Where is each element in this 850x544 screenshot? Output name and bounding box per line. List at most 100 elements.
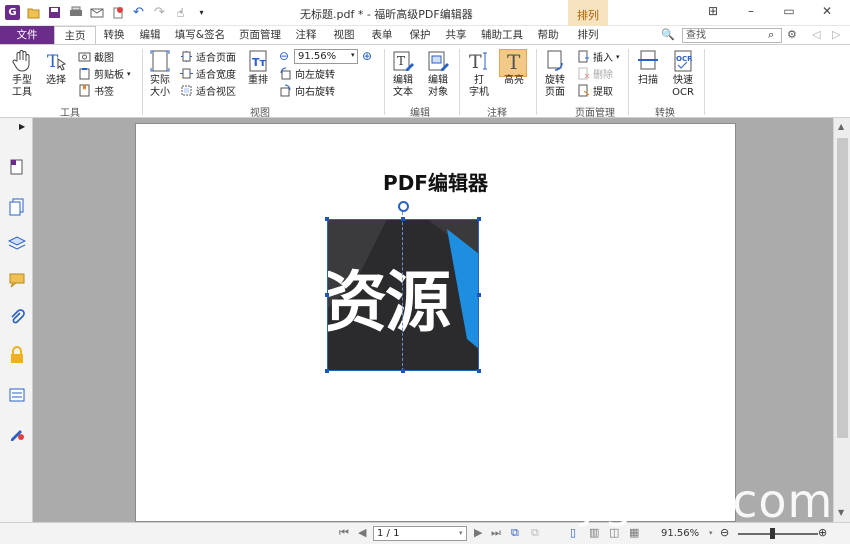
typewriter-icon: T xyxy=(469,51,487,73)
previous-page-icon[interactable]: ◀ xyxy=(358,526,366,539)
select-button[interactable]: T 选择 xyxy=(42,49,70,87)
page-number-field[interactable]: 1 / 1 xyxy=(373,526,467,541)
bookmark-button[interactable]: 书签 xyxy=(78,83,114,98)
page-heading[interactable]: PDF编辑器 xyxy=(136,167,735,196)
edit-text-button[interactable]: T 编辑 文本 xyxy=(388,49,418,99)
zoom-menu-dropdown-icon[interactable]: ▾ xyxy=(709,529,713,537)
layers-icon[interactable] xyxy=(8,234,26,252)
back-arrow-icon[interactable]: ◁ xyxy=(812,28,820,41)
tab-view[interactable]: 视图 xyxy=(328,26,360,44)
expand-panel-icon[interactable]: ▶ xyxy=(19,122,25,131)
tab-home[interactable]: 主页 xyxy=(54,26,96,44)
hand-tool-icon[interactable]: ☝ xyxy=(173,5,188,20)
scroll-thumb[interactable] xyxy=(837,138,848,438)
fit-page-button[interactable]: 适合页面 xyxy=(180,49,236,64)
tab-arrange[interactable]: 排列 xyxy=(570,26,606,44)
resize-handle-b[interactable] xyxy=(401,369,405,373)
rotate-handle[interactable] xyxy=(398,201,409,212)
edit-object-button[interactable]: 编辑 对象 xyxy=(422,49,454,99)
tab-convert[interactable]: 转换 xyxy=(98,26,130,44)
zoom-out-icon[interactable]: ⊖ xyxy=(279,49,289,63)
pdf-page[interactable]: PDF编辑器 资源 xyxy=(135,123,736,522)
vertical-scrollbar[interactable]: ▲ ▼ xyxy=(833,118,850,522)
quick-ocr-button[interactable]: OCR 快速 OCR xyxy=(667,49,699,99)
ribbon-layout-icon[interactable]: ⊞ xyxy=(704,4,722,18)
minimize-icon[interactable]: – xyxy=(742,4,760,18)
document-viewport[interactable]: PDF编辑器 资源 xyxy=(33,118,833,522)
previous-view-icon[interactable]: ⧉ xyxy=(511,526,519,540)
group-label-page-management: 页面管理 xyxy=(575,108,615,119)
tab-form[interactable]: 表单 xyxy=(366,26,398,44)
stamp-icon[interactable] xyxy=(110,5,125,20)
search-icon[interactable]: ⌕ xyxy=(768,28,774,42)
attachment-icon[interactable] xyxy=(8,308,26,326)
resize-handle-tl[interactable] xyxy=(325,217,329,221)
comments-icon[interactable] xyxy=(8,271,26,289)
resize-handle-r[interactable] xyxy=(477,293,481,297)
tab-file[interactable]: 文件 xyxy=(0,26,54,44)
typewriter-button[interactable]: T 打 字机 xyxy=(465,49,493,99)
extract-page-button[interactable]: 提取 xyxy=(577,83,613,98)
resize-handle-l[interactable] xyxy=(325,293,329,297)
pages-thumbnail-icon[interactable] xyxy=(8,158,26,176)
tab-share[interactable]: 共享 xyxy=(440,26,472,44)
rotate-page-button[interactable]: 旋转 页面 xyxy=(540,49,570,99)
search-input[interactable]: 查找 xyxy=(682,28,782,43)
zoom-slider-track[interactable] xyxy=(738,533,818,535)
scan-button[interactable]: 扫描 xyxy=(634,49,662,87)
highlight-label: 高亮 xyxy=(504,75,524,86)
close-icon[interactable]: ✕ xyxy=(818,4,836,18)
rotate-left-button[interactable]: 向左旋转 xyxy=(279,66,335,81)
hand-tool-button[interactable]: 手型 工具 xyxy=(6,49,38,99)
resize-handle-bl[interactable] xyxy=(325,369,329,373)
rotate-right-button[interactable]: 向右旋转 xyxy=(279,83,335,98)
delete-page-button[interactable]: 删除 xyxy=(577,66,613,81)
print-icon[interactable] xyxy=(68,5,83,20)
highlight-button[interactable]: T 高亮 xyxy=(499,49,529,87)
settings-gear-icon[interactable]: ⚙ xyxy=(787,28,797,41)
form-fields-icon[interactable] xyxy=(8,386,26,404)
email-icon[interactable] xyxy=(89,5,104,20)
tab-fill-sign[interactable]: 填写&签名 xyxy=(170,26,230,44)
selection-box[interactable] xyxy=(327,219,479,371)
lock-icon[interactable] xyxy=(8,346,26,364)
tab-accessibility[interactable]: 辅助工具 xyxy=(478,26,526,44)
next-view-icon[interactable]: ⧉ xyxy=(531,526,539,540)
page-dropdown-icon[interactable]: ▾ xyxy=(459,529,463,537)
fit-visible-button[interactable]: 适合视区 xyxy=(180,83,236,98)
forward-arrow-icon[interactable]: ▷ xyxy=(832,28,840,41)
resize-handle-br[interactable] xyxy=(477,369,481,373)
tab-comment[interactable]: 注释 xyxy=(290,26,322,44)
open-folder-icon[interactable] xyxy=(26,5,41,20)
reflow-button[interactable]: Tт 重排 xyxy=(244,49,272,87)
actual-size-button[interactable]: 实际 大小 xyxy=(146,49,174,99)
insert-page-button[interactable]: 插入 ▾ xyxy=(577,49,620,64)
screenshot-button[interactable]: 截图 xyxy=(78,49,114,64)
tab-page-management[interactable]: 页面管理 xyxy=(234,26,286,44)
clipboard-button[interactable]: 剪贴板 ▾ xyxy=(78,66,131,81)
scroll-up-icon[interactable]: ▲ xyxy=(838,122,844,131)
tab-help[interactable]: 帮助 xyxy=(532,26,564,44)
layers-pages-icon[interactable] xyxy=(8,198,26,216)
fit-width-button[interactable]: 适合宽度 xyxy=(180,66,236,81)
zoom-in-icon[interactable]: ⊕ xyxy=(362,49,372,63)
resize-handle-t[interactable] xyxy=(401,217,405,221)
resize-handle-tr[interactable] xyxy=(477,217,481,221)
redo-icon[interactable]: ↷ xyxy=(152,5,167,20)
tab-protect[interactable]: 保护 xyxy=(404,26,436,44)
undo-icon[interactable]: ↶ xyxy=(131,5,146,20)
group-label-view: 视图 xyxy=(250,108,270,119)
search-settings-icon[interactable]: 🔍 xyxy=(661,28,675,41)
first-page-icon[interactable]: ⏮ xyxy=(339,526,349,540)
tab-edit[interactable]: 编辑 xyxy=(134,26,166,44)
customize-dropdown-icon[interactable]: ▾ xyxy=(194,5,209,20)
save-icon[interactable] xyxy=(47,5,62,20)
last-page-icon[interactable]: ⏭ xyxy=(491,526,501,540)
zoom-dropdown-icon[interactable]: ▾ xyxy=(351,51,355,59)
zoom-slider-thumb[interactable] xyxy=(770,528,775,539)
scroll-down-icon[interactable]: ▼ xyxy=(838,508,844,517)
signature-icon[interactable] xyxy=(8,424,26,442)
zoom-level-combo[interactable]: 91.56% xyxy=(294,49,358,64)
context-tab-header: 排列 xyxy=(568,0,608,26)
maximize-icon[interactable]: ▭ xyxy=(780,4,798,18)
